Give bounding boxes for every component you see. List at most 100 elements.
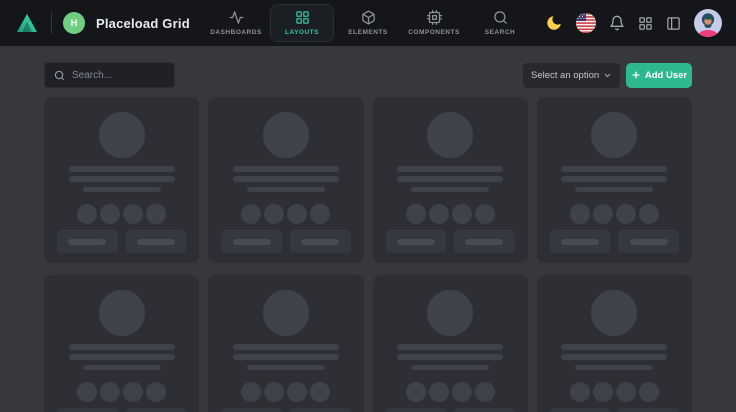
- button-pill-placeholder: [465, 239, 503, 245]
- button-pill-placeholder: [301, 239, 339, 245]
- dot-placeholder: [241, 382, 261, 402]
- notifications-button[interactable]: [609, 15, 625, 31]
- button-placeholder: [57, 230, 118, 253]
- dot-placeholder: [100, 382, 120, 402]
- dot-placeholder: [146, 204, 166, 224]
- avatar-placeholder: [99, 112, 145, 158]
- button-placeholder: [290, 408, 351, 412]
- placeholder-card: [208, 275, 363, 412]
- button-placeholder: [454, 230, 515, 253]
- text-line-placeholder: [575, 187, 653, 192]
- button-pill-placeholder: [137, 239, 175, 245]
- nav-item-label: LAYOUTS: [285, 29, 319, 36]
- search-icon: [493, 10, 508, 25]
- search-input[interactable]: [72, 70, 165, 81]
- nav-item-search[interactable]: SEARCH: [468, 4, 532, 42]
- navbar-actions: [545, 9, 722, 37]
- dot-placeholder: [77, 204, 97, 224]
- search-icon: [54, 70, 65, 81]
- dot-placeholder: [452, 382, 472, 402]
- dots-placeholder-row: [570, 382, 659, 402]
- dot-placeholder: [406, 382, 426, 402]
- button-placeholder: [618, 408, 679, 412]
- avatar-placeholder: [427, 290, 473, 336]
- nav-item-label: DASHBOARDS: [210, 29, 262, 36]
- text-line-placeholder: [69, 166, 175, 172]
- dot-placeholder: [639, 204, 659, 224]
- button-placeholder: [550, 230, 611, 253]
- sidebar-toggle-button[interactable]: [666, 16, 681, 31]
- text-line-placeholder: [411, 187, 489, 192]
- avatar[interactable]: [694, 9, 722, 37]
- button-placeholder: [290, 230, 351, 253]
- dot-placeholder: [406, 204, 426, 224]
- dot-placeholder: [570, 204, 590, 224]
- nav-item-components[interactable]: COMPONENTS: [402, 4, 466, 42]
- plus-icon: [631, 70, 641, 80]
- apps-button[interactable]: [638, 16, 653, 31]
- divider: [51, 12, 52, 34]
- us-flag-icon: [576, 13, 596, 33]
- chevron-down-icon: [603, 71, 612, 80]
- dot-placeholder: [123, 382, 143, 402]
- page-title: Placeload Grid: [96, 16, 190, 31]
- dot-placeholder: [241, 204, 261, 224]
- box-icon: [361, 10, 376, 25]
- language-button[interactable]: [576, 13, 596, 33]
- placeholder-card: [373, 275, 528, 412]
- nav-item-dashboards[interactable]: DASHBOARDS: [204, 4, 268, 42]
- text-line-placeholder: [69, 354, 175, 360]
- dot-placeholder: [287, 382, 307, 402]
- text-line-placeholder: [233, 344, 339, 350]
- text-line-placeholder: [397, 344, 503, 350]
- dot-placeholder: [452, 204, 472, 224]
- dot-placeholder: [429, 204, 449, 224]
- dot-placeholder: [310, 204, 330, 224]
- avatar-placeholder: [263, 112, 309, 158]
- avatar-placeholder: [427, 112, 473, 158]
- add-user-button[interactable]: Add User: [626, 63, 692, 88]
- avatar-placeholder: [263, 290, 309, 336]
- dot-placeholder: [616, 382, 636, 402]
- button-pill-placeholder: [630, 239, 668, 245]
- text-line-placeholder: [69, 344, 175, 350]
- text-line-placeholder: [561, 354, 667, 360]
- apps-grid-icon: [638, 16, 653, 31]
- dot-placeholder: [310, 382, 330, 402]
- button-placeholder-row: [221, 230, 350, 253]
- placeholder-card: [537, 97, 692, 263]
- button-placeholder: [550, 408, 611, 412]
- text-line-placeholder: [561, 166, 667, 172]
- text-line-placeholder: [69, 176, 175, 182]
- text-line-placeholder: [233, 354, 339, 360]
- dot-placeholder: [264, 204, 284, 224]
- search-box[interactable]: [44, 62, 175, 88]
- avatar-placeholder: [99, 290, 145, 336]
- button-pill-placeholder: [68, 239, 106, 245]
- avatar-placeholder: [591, 112, 637, 158]
- button-placeholder-row: [57, 230, 186, 253]
- placeholder-card-grid: [44, 97, 692, 412]
- nav-item-layouts[interactable]: LAYOUTS: [270, 4, 334, 42]
- button-placeholder: [221, 408, 282, 412]
- dots-placeholder-row: [406, 204, 495, 224]
- dot-placeholder: [429, 382, 449, 402]
- navbar: H Placeload Grid DASHBOARDS LAYOUTS ELEMEN…: [0, 0, 736, 46]
- app-logo-triangle-icon[interactable]: [14, 11, 40, 35]
- brand-initial-badge: H: [63, 12, 85, 34]
- button-placeholder: [618, 230, 679, 253]
- button-placeholder-row: [57, 408, 186, 412]
- bell-icon: [609, 15, 625, 31]
- option-select[interactable]: Select an option: [523, 63, 620, 88]
- dot-placeholder: [475, 382, 495, 402]
- dots-placeholder-row: [77, 204, 166, 224]
- text-line-placeholder: [411, 365, 489, 370]
- placeholder-card: [44, 275, 199, 412]
- button-placeholder: [126, 408, 187, 412]
- text-line-placeholder: [575, 365, 653, 370]
- button-placeholder: [386, 230, 447, 253]
- theme-toggle-button[interactable]: [545, 14, 563, 32]
- button-placeholder-row: [550, 408, 679, 412]
- nav-item-elements[interactable]: ELEMENTS: [336, 4, 400, 42]
- dot-placeholder: [616, 204, 636, 224]
